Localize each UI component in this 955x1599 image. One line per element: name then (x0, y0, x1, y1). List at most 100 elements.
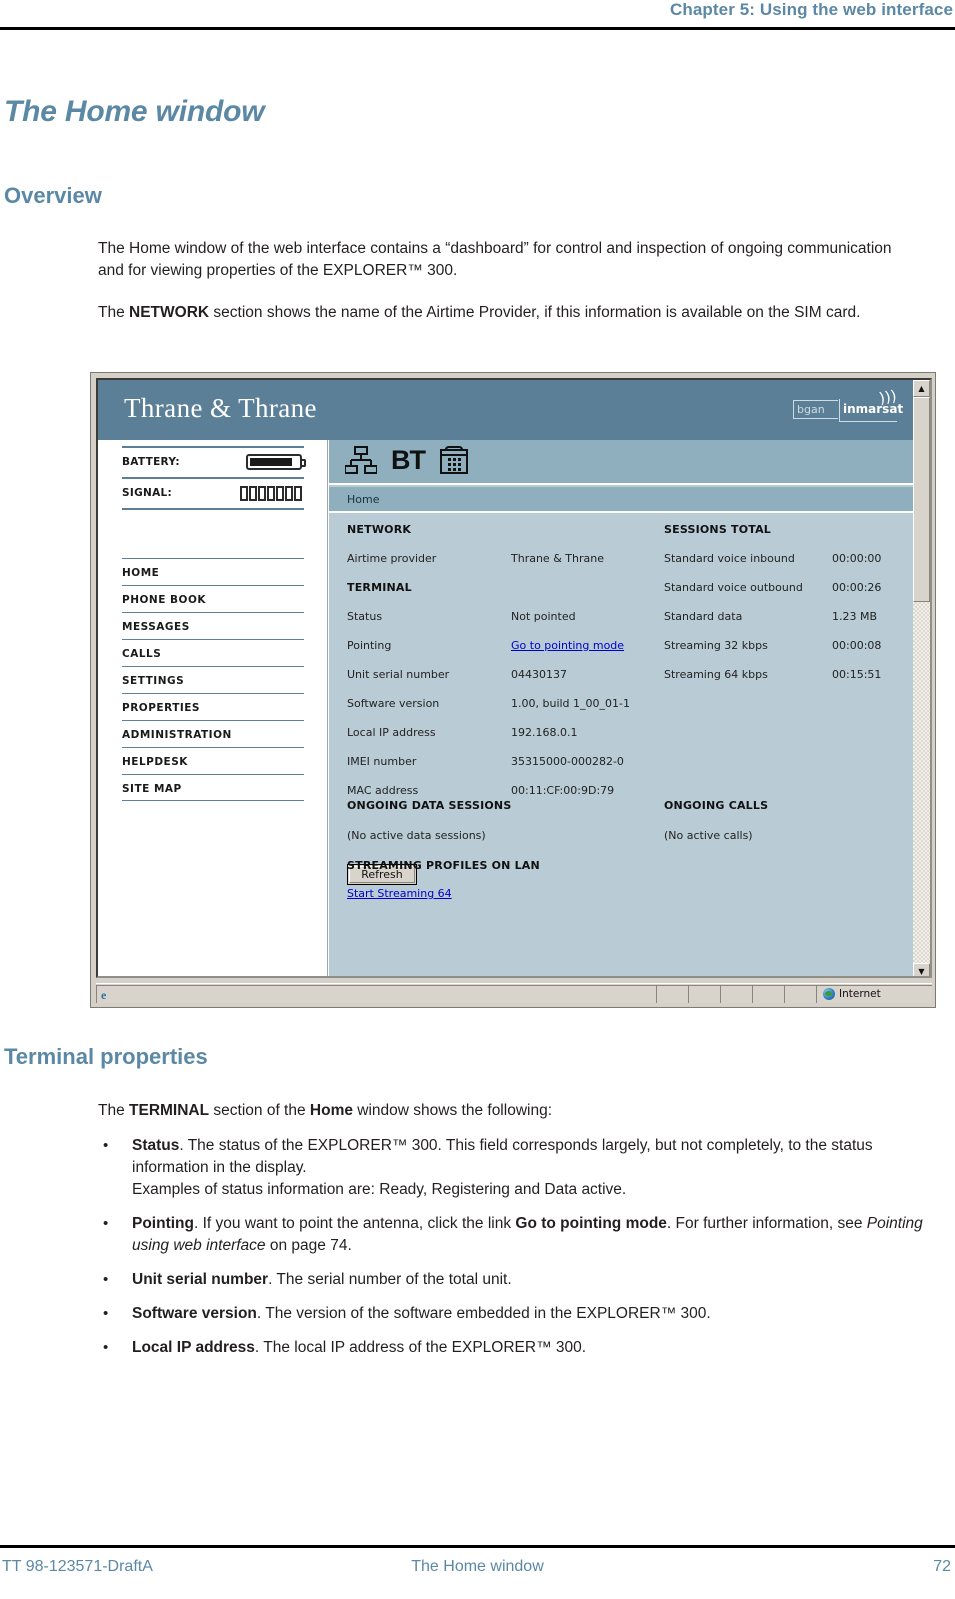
bullet-term: Software version (132, 1305, 257, 1322)
field-value: 1.23 MB (832, 610, 878, 623)
signal-row: SIGNAL: (122, 479, 304, 508)
sidebar-item-phone-book[interactable]: PHONE BOOK (122, 585, 304, 612)
page-footer: TT 98-123571-DraftA The Home window 72 (0, 1558, 955, 1586)
section-heading-terminal-properties: Terminal properties (4, 1044, 208, 1069)
status-cell-4 (752, 984, 784, 1003)
signal-bar (285, 486, 293, 501)
terminal-properties-bullets: • Status. The status of the EXPLORER™ 300… (98, 1135, 928, 1371)
sidebar-item-label: HELPDESK (122, 756, 188, 768)
footer-section-name: The Home window (411, 1558, 544, 1575)
bullet-marker: • (103, 1305, 109, 1322)
phone-keypad-icon[interactable] (439, 445, 469, 476)
field-label: Status (347, 610, 383, 623)
heading-streaming-profiles-on-lan: STREAMING PROFILES ON LAN (347, 859, 540, 872)
left-nav-column: BATTERY: SIGNAL: HOME PHONE BOOK MESSAGES C… (98, 440, 328, 976)
scrollbar-track[interactable] (913, 602, 930, 963)
bgan-label: bgan (797, 403, 825, 416)
status-rule-bot (122, 508, 304, 510)
security-zone-label: Internet (839, 988, 881, 1000)
page-running-head: Chapter 5: Using the web interface (0, 0, 955, 30)
sidebar-item-messages[interactable]: MESSAGES (122, 612, 304, 639)
bullet-term: Unit serial number (132, 1271, 269, 1288)
link-go-to-pointing-mode[interactable]: Go to pointing mode (511, 639, 624, 652)
bt-icon[interactable]: BT (391, 445, 426, 476)
site-banner: Thrane & Thrane bgan inmarsat ))) (98, 380, 915, 440)
internet-globe-icon (823, 988, 835, 1000)
sidebar-item-label: ADMINISTRATION (122, 729, 232, 741)
ongoing-calls-empty: (No active calls) (664, 829, 753, 842)
status-cell-2 (688, 984, 720, 1003)
sidebar-item-label: SITE MAP (122, 783, 182, 795)
signal-label: SIGNAL: (122, 487, 172, 499)
bullet-item: • Software version. The version of the so… (98, 1303, 928, 1325)
sidebar-item-helpdesk[interactable]: HELPDESK (122, 747, 304, 774)
vertical-scrollbar[interactable]: ▲ ▼ (913, 380, 930, 976)
overview-paragraph-2: The NETWORK section shows the name of th… (98, 302, 920, 324)
field-value: 00:00:00 (832, 552, 882, 565)
field-value: 35315000-000282-0 (511, 755, 624, 768)
bullet-marker: • (103, 1271, 109, 1288)
overview-paragraph-1: The Home window of the web interface con… (98, 240, 892, 279)
field-value: Not pointed (511, 610, 576, 623)
sidebar-item-label: MESSAGES (122, 621, 190, 633)
thrane-brand-logo: Thrane & Thrane (124, 393, 317, 423)
field-label: Streaming 32 kbps (664, 639, 768, 652)
field-value: 00:00:08 (832, 639, 882, 652)
ongoing-data-sessions-empty: (No active data sessions) (347, 829, 486, 842)
signal-bar (240, 486, 248, 501)
scrollbar-thumb[interactable] (913, 397, 930, 602)
field-label: Local IP address (347, 726, 436, 739)
bullet-text: Software version. The version of the sof… (132, 1305, 711, 1322)
scroll-down-arrow-icon[interactable]: ▼ (913, 963, 930, 976)
sidebar-item-administration[interactable]: ADMINISTRATION (122, 720, 304, 747)
field-label: Streaming 64 kbps (664, 668, 768, 681)
sidebar-item-calls[interactable]: CALLS (122, 639, 304, 666)
signal-bar (267, 486, 275, 501)
logo-separator (839, 399, 840, 421)
field-value: 192.168.0.1 (511, 726, 578, 739)
overview-p2-pre: The (98, 304, 130, 321)
bullet-item: • Status. The status of the EXPLORER™ 300… (98, 1135, 928, 1201)
scroll-up-arrow-icon[interactable]: ▲ (913, 380, 930, 397)
security-zone-cell: Internet (816, 984, 932, 1003)
sidebar-item-site-map[interactable]: SITE MAP (122, 774, 304, 801)
bullet-term: Local IP address (132, 1339, 255, 1356)
sidebar-item-home[interactable]: HOME (122, 558, 304, 585)
signal-bar (258, 486, 266, 501)
overview-p2-bold: NETWORK (129, 304, 210, 321)
footer-page-number: 72 (933, 1558, 951, 1575)
status-cell-3 (720, 984, 752, 1003)
sidebar-menu: HOME PHONE BOOK MESSAGES CALLS SETTINGS PROPE… (122, 558, 304, 801)
field-label: IMEI number (347, 755, 417, 768)
signal-bar (294, 486, 302, 501)
signal-waves-icon: ))) (878, 386, 899, 408)
lan-network-icon[interactable] (345, 445, 377, 476)
status-cell-1 (656, 984, 688, 1003)
sidebar-item-properties[interactable]: PROPERTIES (122, 693, 304, 720)
signal-bar (276, 486, 284, 501)
battery-cap (302, 459, 306, 467)
sidebar-item-label: PHONE BOOK (122, 594, 207, 606)
browser-viewport: Thrane & Thrane bgan inmarsat ))) BATTER… (96, 378, 932, 978)
sidebar-item-label: PROPERTIES (122, 702, 200, 714)
signal-bar (249, 486, 257, 501)
bullet-marker: • (103, 1339, 109, 1356)
field-label: Airtime provider (347, 552, 437, 565)
field-value: 04430137 (511, 668, 567, 681)
browser-status-bar: e Internet (96, 983, 932, 1003)
field-value: 00:15:51 (832, 668, 882, 681)
field-label: Standard voice outbound (664, 581, 803, 594)
signal-strength-icon (240, 486, 302, 501)
bullet-text: Pointing. If you want to point the anten… (132, 1215, 923, 1254)
terminal-lead-paragraph: The TERMINAL section of the Home window … (98, 1100, 920, 1122)
battery-label: BATTERY: (122, 456, 180, 468)
lead-mid: section of the (209, 1102, 310, 1119)
link-start-streaming-64[interactable]: Start Streaming 64 (347, 887, 452, 900)
breadcrumb: Home (347, 493, 380, 506)
breadcrumb-bar: Home (329, 487, 915, 513)
bullet-emphasis: Go to pointing mode (515, 1215, 667, 1232)
battery-fill (250, 458, 292, 466)
sidebar-item-settings[interactable]: SETTINGS (122, 666, 304, 693)
toolbar-icons: BT (345, 445, 469, 476)
bullet-marker: • (103, 1215, 109, 1232)
